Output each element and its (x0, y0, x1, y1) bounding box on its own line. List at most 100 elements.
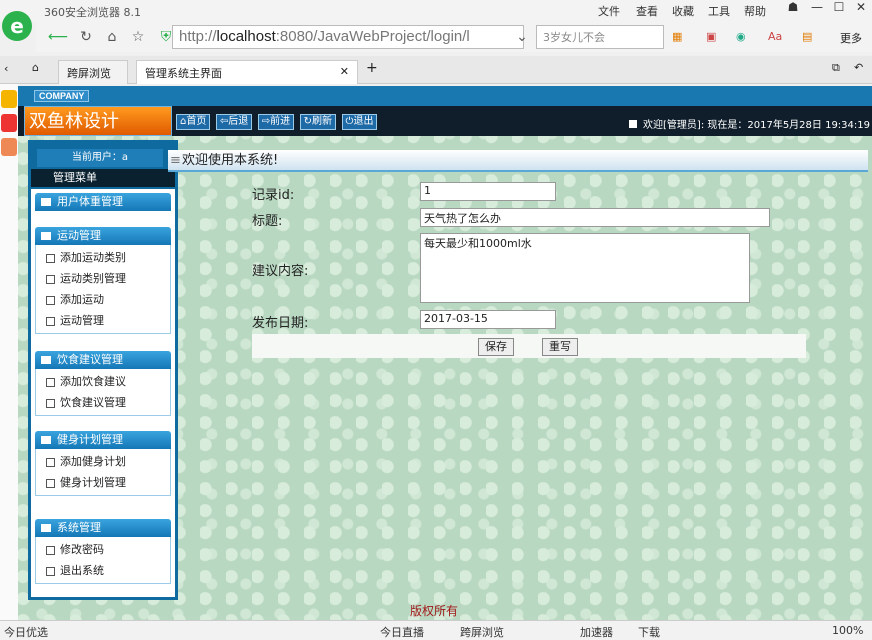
copyright: 版权所有 (410, 604, 459, 618)
menu-view[interactable]: 查看 (636, 3, 658, 19)
welcome-text: 欢迎[管理员]: 现在是：2017年5月28日 19:34:19 (629, 116, 870, 131)
menu-favorites[interactable]: 收藏 (672, 3, 694, 19)
sidebar-item-exercise-type-manage[interactable]: 运动类别管理 (36, 268, 170, 289)
company-bar: COMPANY (18, 86, 872, 106)
home-tab-icon[interactable]: ⌂ (32, 61, 39, 74)
back-icon[interactable]: ⟵ (48, 27, 68, 47)
group-exercise-head[interactable]: 运动管理 (35, 227, 171, 245)
group-exercise-list: 添加运动类别 运动类别管理 添加运动 运动管理 (35, 245, 171, 334)
nav-logout-label: 退出 (353, 116, 374, 127)
current-user: 当前用户：a (37, 149, 163, 167)
tab-bar: ‹ ⌂ 跨屏浏览 管理系统主界面 ✕ + ⧉ ↶ (0, 56, 872, 84)
sidebar-item-diet-manage[interactable]: 饮食建议管理 (36, 392, 170, 413)
tab-cross-screen[interactable]: 跨屏浏览 (58, 60, 128, 84)
search-text: 3岁女儿不会 (543, 31, 605, 44)
sidebar-item-exercise-manage[interactable]: 运动管理 (36, 310, 170, 331)
browser-titlebar: e 360安全浏览器 8.1 文件 查看 收藏 工具 帮助 ☗ — ☐ ✕ (0, 0, 872, 41)
close-tab-icon[interactable]: ✕ (340, 65, 349, 78)
app-header: 双鱼林设计 ⌂首页 ⇦后退 ⇨前进 ↻刷新 ⏻退出 欢迎[管理员]: 现在是：2… (18, 106, 872, 136)
zoom-level[interactable]: 100% (832, 624, 863, 637)
home-icon[interactable]: ⌂ (102, 27, 122, 47)
extension-icon[interactable]: ◉ (736, 30, 746, 43)
browser-logo-icon: e (2, 11, 32, 41)
status-bar: 今日优选 今日直播 跨屏浏览 加速器 下载 100% (0, 620, 872, 640)
new-tab-icon[interactable]: + (366, 60, 378, 76)
tab-admin-main[interactable]: 管理系统主界面 ✕ (136, 60, 358, 84)
group-fitness-head[interactable]: 健身计划管理 (35, 431, 171, 449)
tab-list-icon[interactable]: ⧉ (832, 61, 840, 75)
nav-refresh-label: 刷新 (312, 116, 333, 127)
favorites-icon[interactable] (1, 90, 17, 108)
menu-help[interactable]: 帮助 (744, 3, 766, 19)
group-weight: 用户体重管理 (35, 193, 171, 211)
group-fitness-list: 添加健身计划 健身计划管理 (35, 449, 171, 496)
group-system-head[interactable]: 系统管理 (35, 519, 171, 537)
cross-screen-link[interactable]: 跨屏浏览 (460, 624, 504, 640)
title-label: 标题: (252, 214, 283, 229)
group-exercise: 运动管理 添加运动类别 运动类别管理 添加运动 运动管理 (35, 227, 171, 334)
left-sidebar-strip (0, 84, 18, 620)
gift-icon[interactable]: ▣ (706, 30, 716, 43)
group-weight-head[interactable]: 用户体重管理 (35, 193, 171, 211)
reset-button[interactable]: 重写 (542, 338, 578, 356)
date-field[interactable]: 2017-03-15 (420, 310, 556, 329)
group-system-list: 修改密码 退出系统 (35, 537, 171, 584)
welcome-square-icon (629, 120, 638, 128)
apps-icon[interactable]: ▦ (672, 30, 682, 43)
nav-back-button[interactable]: ⇦后退 (215, 114, 253, 130)
translate-icon[interactable]: Aa (768, 30, 782, 43)
nav-logout-button[interactable]: ⏻退出 (341, 114, 378, 130)
nav-forward-label: 前进 (270, 116, 291, 127)
browser-title: 360安全浏览器 8.1 (44, 6, 141, 19)
nav-refresh-button[interactable]: ↻刷新 (299, 114, 337, 130)
maximize-icon[interactable]: ☐ (828, 0, 850, 18)
title-field[interactable]: 天气热了怎么办 (420, 208, 770, 227)
refresh-icon[interactable]: ↻ (76, 27, 96, 47)
group-diet: 饮食建议管理 添加饮食建议 饮食建议管理 (35, 351, 171, 416)
manage-menu-title: 管理菜单 (31, 169, 175, 187)
nav-forward-button[interactable]: ⇨前进 (257, 114, 295, 130)
tools-icon[interactable]: ▤ (802, 30, 812, 43)
content-textarea[interactable]: 每天最少和1000ml水 (420, 233, 750, 303)
tab-back-icon[interactable]: ‹ (4, 62, 8, 75)
address-bar: ⟵ ↻ ⌂ ☆ ⛨ http://localhost:8080/JavaWebP… (36, 22, 872, 52)
sidebar-item-logout[interactable]: 退出系统 (36, 560, 170, 581)
sidebar-item-add-plan[interactable]: 添加健身计划 (36, 451, 170, 472)
form-button-row: 保存 重写 (252, 334, 806, 358)
mail-icon[interactable] (1, 138, 17, 156)
sidebar-item-add-diet[interactable]: 添加饮食建议 (36, 371, 170, 392)
date-label: 发布日期: (252, 316, 309, 331)
close-icon[interactable]: ✕ (850, 0, 872, 18)
daily-picks-link[interactable]: 今日优选 (4, 624, 48, 640)
sidebar-item-add-exercise[interactable]: 添加运动 (36, 289, 170, 310)
sidebar-item-change-password[interactable]: 修改密码 (36, 539, 170, 560)
content-title: 欢迎使用本系统! (168, 150, 868, 172)
group-diet-head[interactable]: 饮食建议管理 (35, 351, 171, 369)
search-input[interactable]: 3岁女儿不会 (536, 25, 664, 49)
company-label: COMPANY (34, 90, 90, 102)
tab-label: 跨屏浏览 (67, 67, 111, 80)
tab-label: 管理系统主界面 (145, 67, 222, 80)
star-icon[interactable]: ☆ (128, 27, 148, 47)
sidebar-item-plan-manage[interactable]: 健身计划管理 (36, 472, 170, 493)
menu-file[interactable]: 文件 (598, 3, 620, 19)
skin-icon[interactable]: ☗ (782, 0, 804, 18)
menu-tools[interactable]: 工具 (708, 3, 730, 19)
url-prefix: http:// (179, 28, 217, 45)
save-button[interactable]: 保存 (478, 338, 514, 356)
chevron-down-icon[interactable]: ⌄ (512, 27, 532, 47)
download-link[interactable]: 下载 (638, 624, 660, 640)
id-field[interactable]: 1 (420, 182, 556, 201)
nav-home-button[interactable]: ⌂首页 (176, 114, 211, 130)
welcome-label: 欢迎[管理员]: 现在是：2017年5月28日 19:34:19 (643, 120, 870, 131)
url-input[interactable]: http://localhost:8080/JavaWebProject/log… (172, 25, 524, 49)
id-label: 记录id: (252, 188, 295, 203)
sidebar-item-add-exercise-type[interactable]: 添加运动类别 (36, 247, 170, 268)
app-nav: ⌂首页 ⇦后退 ⇨前进 ↻刷新 ⏻退出 (176, 114, 379, 130)
more-button[interactable]: 更多 (840, 30, 862, 46)
undo-close-icon[interactable]: ↶ (854, 61, 863, 74)
accelerator-link[interactable]: 加速器 (580, 624, 613, 640)
minimize-icon[interactable]: — (806, 0, 828, 18)
live-link[interactable]: 今日直播 (380, 624, 424, 640)
weibo-icon[interactable] (1, 114, 17, 132)
